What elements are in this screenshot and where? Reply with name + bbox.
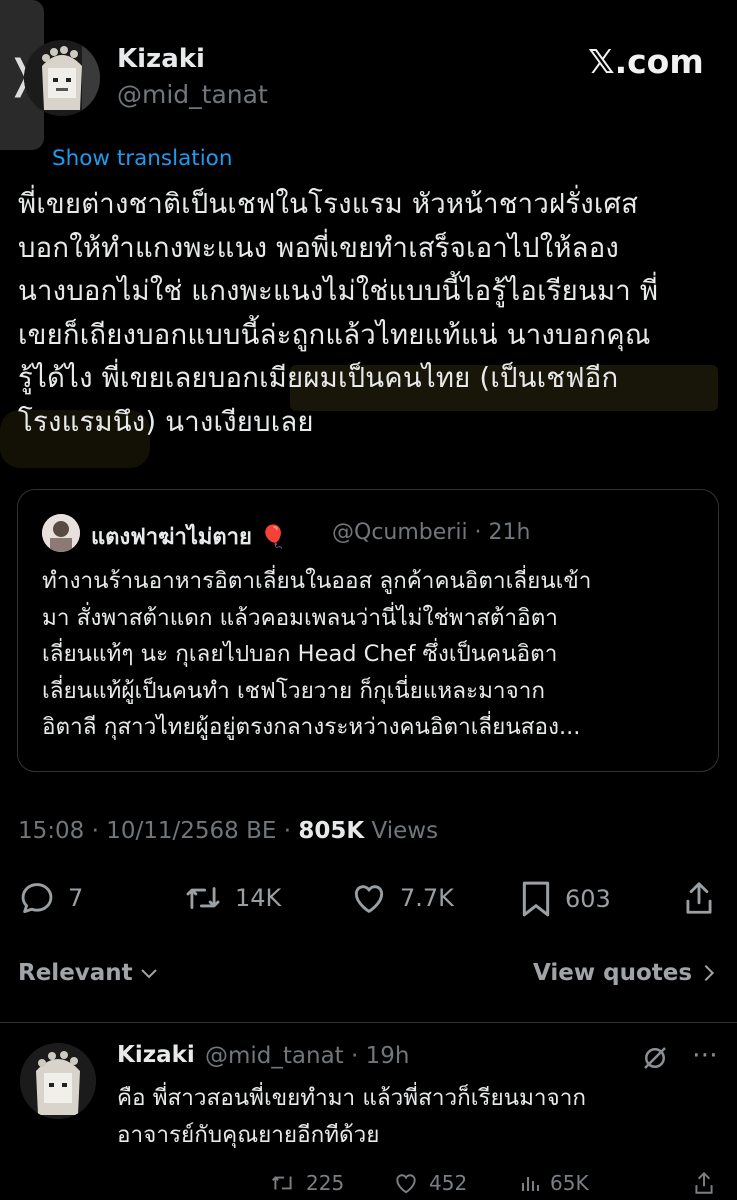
reply-views-action[interactable]: 65K (518, 1170, 589, 1196)
reply-like-count: 452 (429, 1171, 468, 1195)
chevron-right-icon (704, 964, 715, 982)
tweet-text: พี่เขยต่างชาติเป็นเชฟในโรงแรม หัวหน้าชาว… (18, 183, 728, 444)
reply-count: 7 (68, 884, 84, 912)
heart-icon (396, 1174, 416, 1194)
repost-count: 14K (235, 884, 282, 912)
tweet-line: บอกให้ทำแกงพะแนง พอพี่เขยทำเสร็จเอาไปให้… (18, 231, 620, 264)
bookmark-count: 603 (565, 885, 611, 913)
heart-icon (354, 885, 384, 913)
chevron-down-icon (140, 969, 157, 979)
reply-handle-time: @mid_tanat · 19h (205, 1043, 410, 1069)
reply-author-avatar[interactable] (20, 1043, 96, 1119)
share-button[interactable] (683, 879, 715, 917)
author-name[interactable]: Kizaki (117, 44, 205, 74)
like-count: 7.7K (400, 884, 454, 912)
bookmark-icon (522, 881, 550, 917)
reply-author-name[interactable]: Kizaki (117, 1042, 195, 1068)
author-avatar[interactable] (24, 40, 100, 116)
reply-like-action[interactable]: 452 (393, 1170, 467, 1196)
tweet-line: พี่เขยต่างชาติเป็นเชฟในโรงแรม หัวหน้าชาว… (18, 188, 639, 220)
tweet-line: รู้ได้ไง พี่เขยเลยบอกเมียผมเป็นคนไทย (เป… (18, 362, 619, 394)
show-translation-link[interactable]: Show translation (52, 146, 232, 171)
tweet-line: นางบอกไม่ใช่ แกงพะแนงไม่ใช่แบบนี้ไอรู้ไอ… (18, 275, 659, 307)
quoted-line: ทำงานร้านอาหารอิตาเลี่ยนในออส ลูกค้าคนอิ… (42, 568, 592, 594)
grok-icon (644, 1047, 666, 1069)
quoted-text: ทำงานร้านอาหารอิตาเลี่ยนในออส ลูกค้าคนอิ… (42, 563, 712, 746)
quoted-tweet-card[interactable]: แตงฟาฆ่าไม่ตาย 🎈 @Qcumberii · 21h ทำงานร… (17, 489, 719, 772)
reply-views-count: 65K (550, 1171, 589, 1195)
quoted-line: เลี่ยนแท้ๆ นะ กุเลยไปบอก Head Chef ซึ่งเ… (42, 641, 558, 667)
quoted-author-avatar (42, 514, 80, 552)
view-quotes-link[interactable]: View quotes (533, 960, 720, 986)
author-handle[interactable]: @mid_tanat (117, 80, 268, 109)
repost-icon (272, 1176, 292, 1190)
views-count: 805K (298, 818, 365, 844)
timestamp[interactable]: 15:08 · 10/11/2568 BE · (18, 818, 298, 844)
views-icon (522, 1177, 539, 1191)
reply-text: คือ พี่สาวสอนพี่เขยทำมา แล้วพี่สาวก็เรีย… (117, 1080, 717, 1154)
quoted-author-name: แตงฟาฆ่าไม่ตาย 🎈 (91, 525, 287, 550)
quoted-handle-time: @Qcumberii · 21h (332, 520, 531, 545)
share-icon (695, 1171, 713, 1194)
tweet-line: เขยก็เถียงบอกแบบนี้ล่ะถูกแล้วไทยแท้แน่ น… (18, 318, 651, 351)
views-label: Views (364, 818, 439, 844)
sort-dropdown[interactable]: Relevant (18, 960, 161, 986)
repost-icon (186, 887, 220, 909)
share-icon (686, 882, 712, 914)
sort-label: Relevant (18, 960, 133, 986)
reply-icon (21, 883, 53, 914)
reply-line: อาจารย์กับคุณยายอีกทีด้วย (117, 1122, 380, 1148)
reply-repost-count: 225 (306, 1171, 345, 1195)
quoted-line: อิตาลี กุสาวไทยผู้อยู่ตรงกลางระหว่างคนอิ… (42, 714, 581, 740)
bookmark-action[interactable]: 603 (519, 879, 611, 919)
grok-button[interactable] (640, 1043, 670, 1073)
view-quotes-label: View quotes (533, 960, 693, 986)
reply-line: คือ พี่สาวสอนพี่เขยทำมา แล้วพี่สาวก็เรีย… (117, 1085, 586, 1111)
reply-repost-action[interactable]: 225 (270, 1170, 344, 1196)
repost-action[interactable]: 14K (183, 879, 281, 917)
reply-share-button[interactable] (692, 1170, 716, 1196)
quoted-line: มา สั่งพาสต้าแดก แล้วคอมเพลนว่านี่ไม่ใช่… (42, 604, 558, 631)
more-options-icon[interactable]: ⋯ (692, 1040, 718, 1070)
tweet-line: โรงแรมนึง) นางเงียบเลย (18, 405, 314, 438)
quoted-line: เลี่ยนแท้ผู้เป็นคนทำ เชฟโวยวาย ก็กุเนี่ย… (42, 677, 545, 704)
divider (0, 1022, 737, 1023)
reply-action[interactable]: 7 (18, 879, 83, 917)
site-watermark: 𝕏.com (588, 42, 704, 81)
tweet-meta: 15:08 · 10/11/2568 BE · 805K Views (18, 818, 438, 844)
like-action[interactable]: 7.7K (350, 879, 454, 917)
